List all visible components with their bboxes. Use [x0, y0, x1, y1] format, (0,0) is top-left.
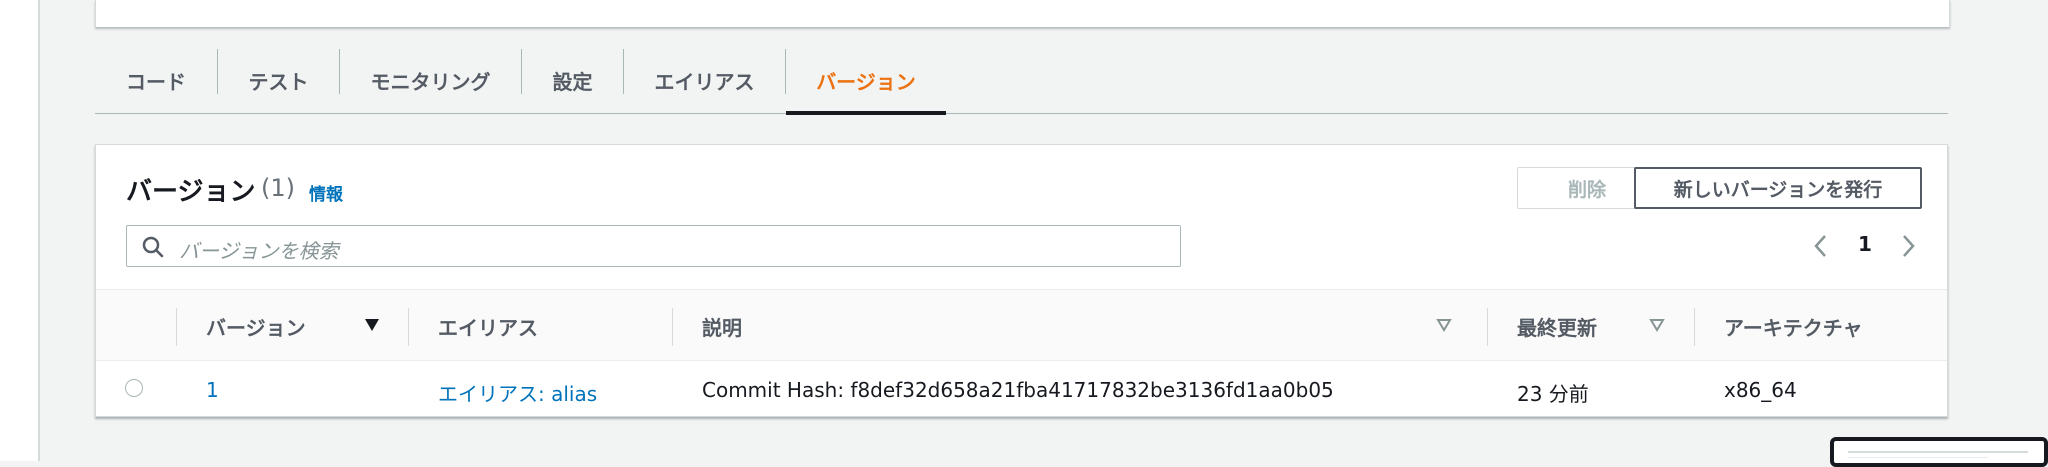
- row-select-radio[interactable]: [125, 379, 143, 397]
- sort-outline-icon[interactable]: [1649, 318, 1665, 332]
- publish-new-version-button[interactable]: 新しいバージョンを発行: [1634, 167, 1922, 209]
- table-row[interactable]: 1 エイリアス: alias Commit Hash: f8def32d658a…: [96, 361, 1947, 417]
- column-header-architecture[interactable]: アーキテクチャ: [1724, 312, 1863, 341]
- tab-aliases[interactable]: エイリアス: [624, 47, 785, 113]
- search-input[interactable]: バージョンを検索: [126, 225, 1181, 267]
- page-number[interactable]: 1: [1858, 232, 1872, 256]
- active-tab-indicator: [786, 111, 946, 115]
- tab-settings[interactable]: 設定: [522, 47, 623, 113]
- search-icon: [142, 236, 164, 258]
- tab-label: テスト: [248, 69, 309, 94]
- column-divider: [672, 308, 673, 346]
- column-divider: [176, 308, 177, 346]
- table-header: バージョン エイリアス 説明 最終更新 アーキテクチャ: [96, 289, 1947, 361]
- column-header-version[interactable]: バージョン: [206, 312, 306, 341]
- column-divider: [1694, 308, 1695, 346]
- column-header-last-modified[interactable]: 最終更新: [1517, 312, 1597, 341]
- column-header-alias[interactable]: エイリアス: [438, 312, 538, 341]
- tab-label: 設定: [552, 69, 593, 94]
- tab-versions[interactable]: バージョン: [786, 47, 946, 113]
- tab-code[interactable]: コード: [95, 47, 217, 113]
- left-panel: [0, 0, 40, 461]
- column-divider: [408, 308, 409, 346]
- chevron-left-icon[interactable]: [1811, 231, 1831, 261]
- alias-link[interactable]: エイリアス: alias: [438, 378, 597, 407]
- tab-monitoring[interactable]: モニタリング: [340, 47, 521, 113]
- upper-panel: [95, 0, 1950, 27]
- sort-outline-icon[interactable]: [1436, 318, 1452, 332]
- tab-label: コード: [126, 69, 186, 94]
- version-link[interactable]: 1: [206, 378, 219, 402]
- screenshot-thumbnail[interactable]: [1830, 437, 2048, 467]
- column-header-description[interactable]: 説明: [702, 312, 742, 341]
- thumbnail-content: [1848, 451, 2028, 453]
- function-tabs: コード テスト モニタリング 設定 エイリアス バージョン: [95, 47, 1948, 115]
- chevron-right-icon[interactable]: [1898, 231, 1918, 261]
- tab-label: エイリアス: [654, 69, 755, 94]
- column-divider: [1487, 308, 1488, 346]
- architecture-cell: x86_64: [1724, 378, 1797, 402]
- tab-label: バージョン: [816, 69, 916, 94]
- version-count: (1): [261, 174, 295, 202]
- search-placeholder: バージョンを検索: [179, 239, 339, 263]
- panel-title: バージョン: [126, 177, 256, 207]
- tab-label: モニタリング: [370, 69, 491, 94]
- tab-test[interactable]: テスト: [218, 47, 339, 113]
- last-modified-cell: 23 分前: [1517, 382, 1589, 406]
- info-link[interactable]: 情報: [309, 180, 343, 205]
- sort-desc-filled-icon[interactable]: [364, 318, 380, 332]
- description-cell: Commit Hash: f8def32d658a21fba41717832be…: [702, 378, 1334, 402]
- versions-panel: バージョン (1) 情報 削除 新しいバージョンを発行 バージョンを検索 1 バ…: [95, 144, 1948, 417]
- thumbnail-content: [1848, 457, 1988, 458]
